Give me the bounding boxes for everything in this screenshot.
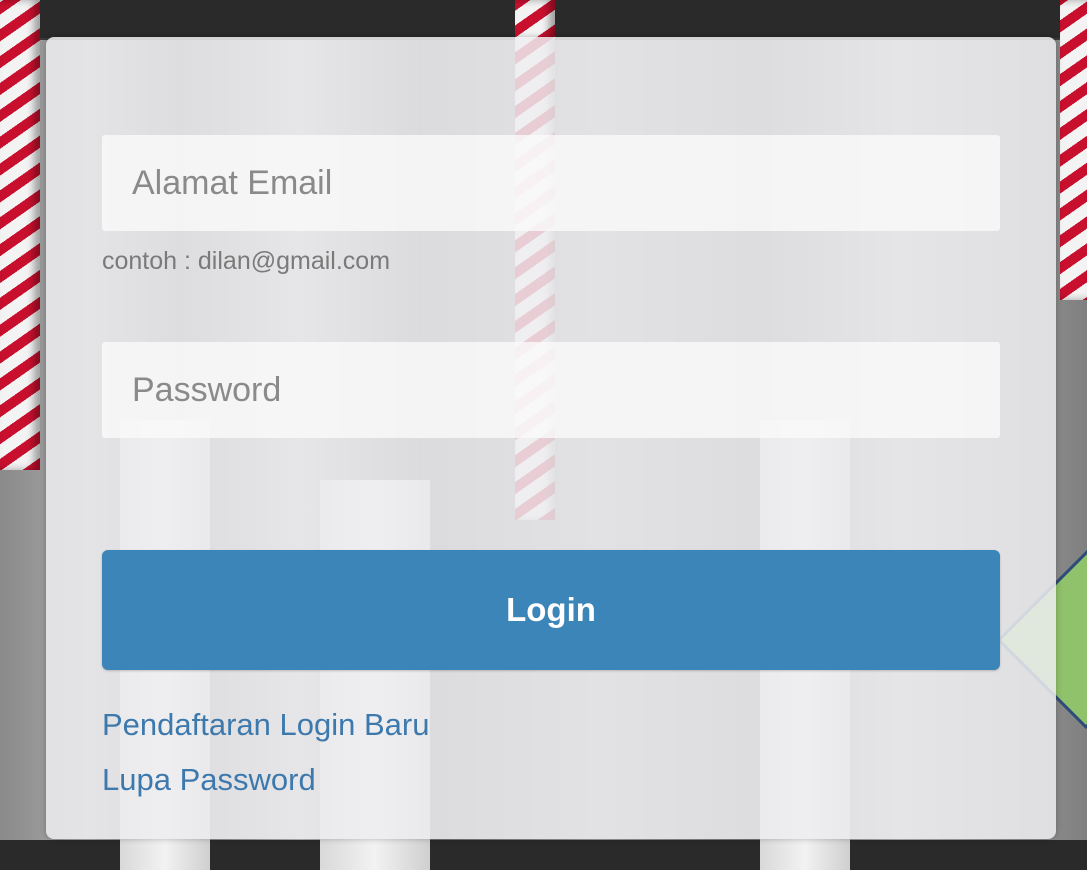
register-link[interactable]: Pendaftaran Login Baru xyxy=(102,707,429,743)
login-button[interactable]: Login xyxy=(102,550,1000,670)
email-example-hint: contoh : dilan@gmail.com xyxy=(102,247,391,275)
forgot-password-link[interactable]: Lupa Password xyxy=(102,762,316,798)
email-input[interactable] xyxy=(102,135,1000,231)
password-input[interactable] xyxy=(102,342,1000,438)
login-card: contoh : dilan@gmail.com Login Pendaftar… xyxy=(46,37,1056,839)
